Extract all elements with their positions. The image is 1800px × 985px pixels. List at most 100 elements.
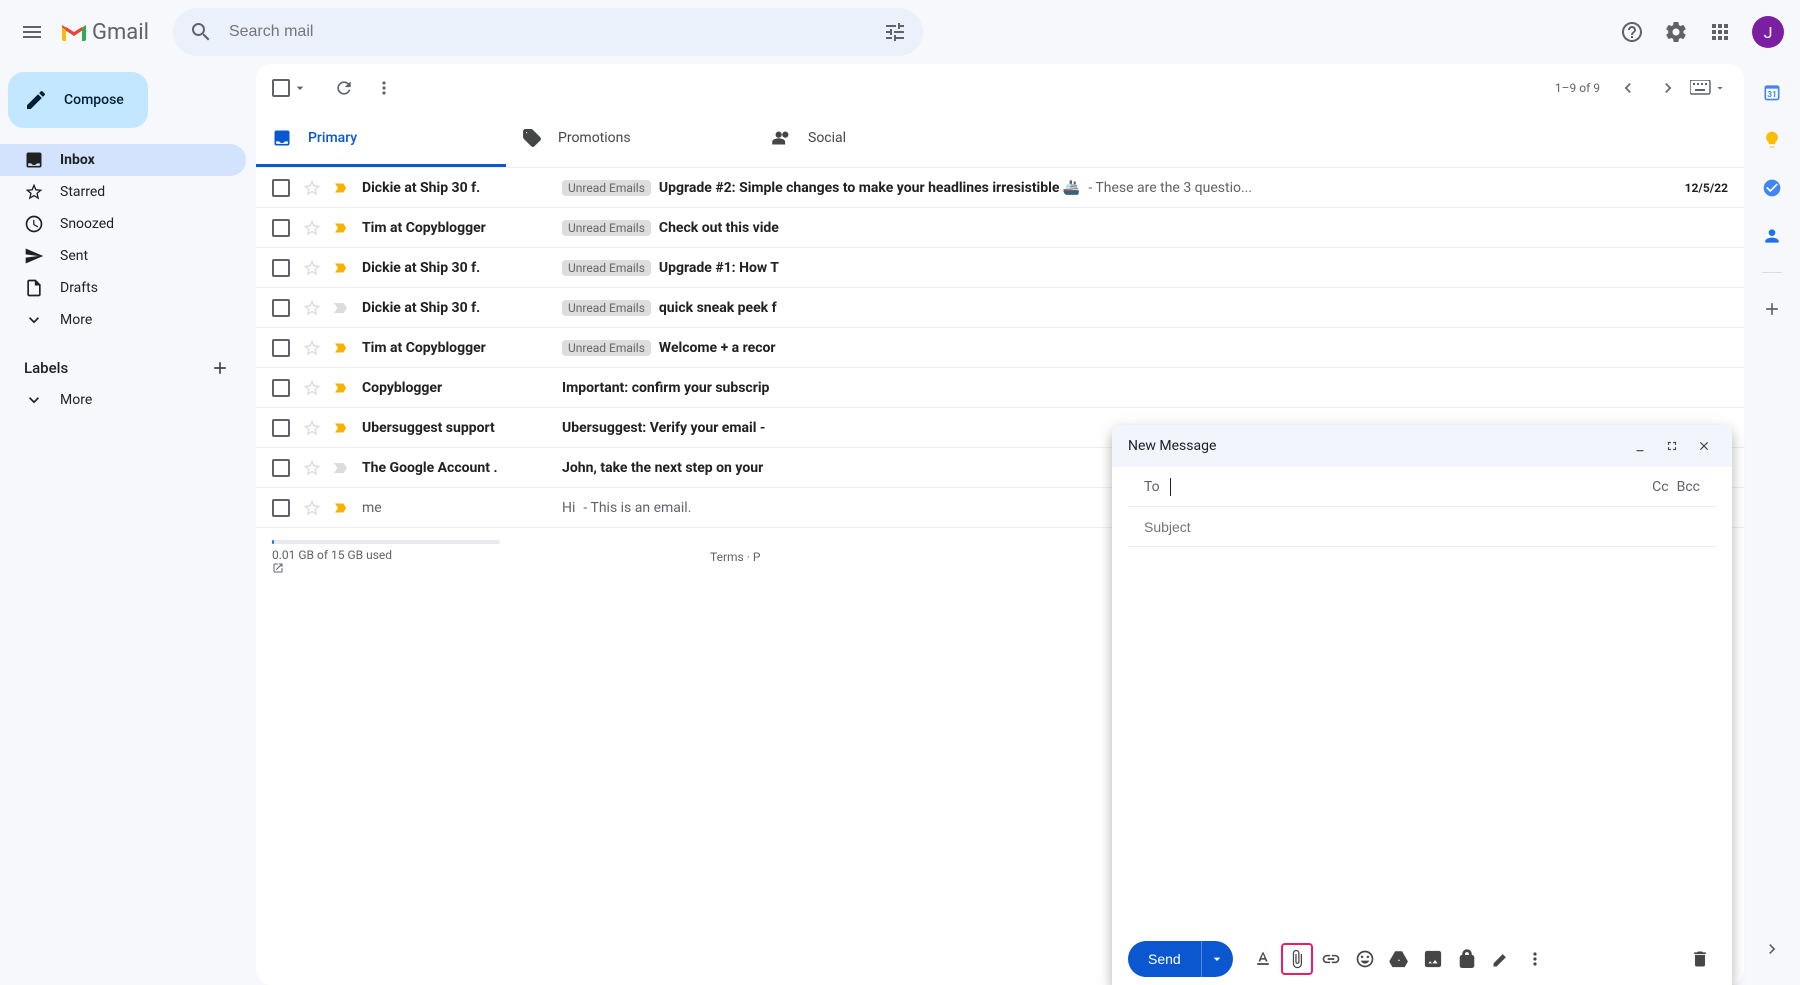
row-checkbox[interactable] (272, 219, 292, 237)
insert-drive-button[interactable] (1383, 943, 1415, 975)
support-button[interactable] (1612, 12, 1652, 52)
nav-sent[interactable]: Sent (0, 240, 246, 272)
terms-link[interactable]: Terms (710, 550, 744, 564)
label-chip[interactable]: Unread Emails (562, 220, 651, 236)
tab-primary[interactable]: Primary (256, 112, 506, 167)
dropdown-icon[interactable] (292, 80, 308, 96)
to-field[interactable]: To Cc Bcc (1128, 467, 1716, 507)
keep-app[interactable] (1752, 120, 1792, 160)
email-row[interactable]: Dickie at Ship 30 f. Unread Emails Upgra… (256, 248, 1744, 288)
insert-emoji-button[interactable] (1349, 943, 1381, 975)
hide-panel[interactable] (1752, 929, 1792, 969)
more-actions-button[interactable] (364, 68, 404, 108)
important-marker[interactable] (332, 499, 352, 517)
subject-input[interactable] (1144, 519, 1700, 535)
fullscreen-button[interactable] (1660, 434, 1684, 458)
important-marker[interactable] (332, 459, 352, 477)
gmail-logo[interactable]: Gmail (60, 20, 149, 45)
important-marker[interactable] (332, 339, 352, 357)
nav-inbox[interactable]: Inbox (0, 144, 246, 176)
star-button[interactable] (302, 218, 322, 238)
add-label-button[interactable] (208, 356, 232, 380)
close-button[interactable] (1692, 434, 1716, 458)
star-button[interactable] (302, 458, 322, 478)
email-row[interactable]: Tim at Copyblogger Unread Emails Check o… (256, 208, 1744, 248)
discard-draft-button[interactable] (1684, 943, 1716, 975)
important-marker[interactable] (332, 179, 352, 197)
important-marker[interactable] (332, 299, 352, 317)
apps-button[interactable] (1700, 12, 1740, 52)
label-chip[interactable]: Unread Emails (562, 260, 651, 276)
to-input[interactable] (1171, 479, 1644, 495)
label-chip[interactable]: Unread Emails (562, 180, 651, 196)
subject-field[interactable] (1128, 507, 1716, 547)
star-button[interactable] (302, 498, 322, 518)
row-checkbox[interactable] (272, 459, 292, 477)
star-button[interactable] (302, 418, 322, 438)
bcc-button[interactable]: Bcc (1677, 479, 1700, 495)
important-marker[interactable] (332, 259, 352, 277)
select-all-checkbox[interactable] (272, 79, 290, 97)
star-button[interactable] (302, 298, 322, 318)
minimize-button[interactable] (1628, 434, 1652, 458)
nav-starred[interactable]: Starred (0, 176, 246, 208)
row-checkbox[interactable] (272, 419, 292, 437)
label-chip[interactable]: Unread Emails (562, 340, 651, 356)
settings-button[interactable] (1656, 12, 1696, 52)
attach-file-button[interactable] (1281, 943, 1313, 975)
nav-drafts[interactable]: Drafts (0, 272, 246, 304)
important-marker[interactable] (332, 379, 352, 397)
main-menu-button[interactable] (8, 8, 56, 56)
row-checkbox[interactable] (272, 179, 292, 197)
send-options-button[interactable] (1201, 941, 1233, 977)
star-button[interactable] (302, 338, 322, 358)
prev-page-button[interactable] (1608, 68, 1648, 108)
formatting-button[interactable] (1247, 943, 1279, 975)
account-avatar[interactable]: J (1752, 16, 1784, 48)
external-link-icon[interactable] (272, 562, 500, 574)
send-button[interactable]: Send (1128, 941, 1201, 977)
row-checkbox[interactable] (272, 499, 292, 517)
calendar-app[interactable]: 31 (1752, 72, 1792, 112)
confidential-mode-button[interactable] (1451, 943, 1483, 975)
search-options-button[interactable] (875, 12, 915, 52)
tasks-app[interactable] (1752, 168, 1792, 208)
search-button[interactable] (181, 12, 221, 52)
contacts-app[interactable] (1752, 216, 1792, 256)
get-addons[interactable] (1752, 289, 1792, 329)
nav-more[interactable]: More (0, 304, 246, 336)
email-row[interactable]: Tim at Copyblogger Unread Emails Welcome… (256, 328, 1744, 368)
insert-link-button[interactable] (1315, 943, 1347, 975)
insert-signature-button[interactable] (1485, 943, 1517, 975)
insert-photo-button[interactable] (1417, 943, 1449, 975)
refresh-button[interactable] (324, 68, 364, 108)
row-checkbox[interactable] (272, 339, 292, 357)
star-button[interactable] (302, 378, 322, 398)
privacy-link[interactable]: P (753, 550, 761, 564)
more-options-button[interactable] (1519, 943, 1551, 975)
star-button[interactable] (302, 178, 322, 198)
compose-header[interactable]: New Message (1112, 425, 1732, 467)
search-input[interactable] (221, 23, 875, 41)
input-tools-button[interactable] (1688, 68, 1728, 108)
row-checkbox[interactable] (272, 259, 292, 277)
tab-promotions[interactable]: Promotions (506, 112, 756, 167)
next-page-button[interactable] (1648, 68, 1688, 108)
tab-social[interactable]: Social (756, 112, 1006, 167)
important-marker[interactable] (332, 219, 352, 237)
email-row[interactable]: Dickie at Ship 30 f. Unread Emails Upgra… (256, 168, 1744, 208)
compose-button[interactable]: Compose (8, 72, 148, 128)
cc-button[interactable]: Cc (1652, 479, 1668, 495)
compose-body[interactable] (1112, 547, 1732, 933)
nav-snoozed[interactable]: Snoozed (0, 208, 246, 240)
row-checkbox[interactable] (272, 299, 292, 317)
label-chip[interactable]: Unread Emails (562, 300, 651, 316)
star-button[interactable] (302, 258, 322, 278)
nav-label: Starred (60, 184, 105, 200)
email-row[interactable]: Copyblogger Important: confirm your subs… (256, 368, 1744, 408)
email-row[interactable]: Dickie at Ship 30 f. Unread Emails quick… (256, 288, 1744, 328)
select-all[interactable] (272, 79, 308, 97)
labels-more[interactable]: More (0, 384, 246, 416)
important-marker[interactable] (332, 419, 352, 437)
row-checkbox[interactable] (272, 379, 292, 397)
